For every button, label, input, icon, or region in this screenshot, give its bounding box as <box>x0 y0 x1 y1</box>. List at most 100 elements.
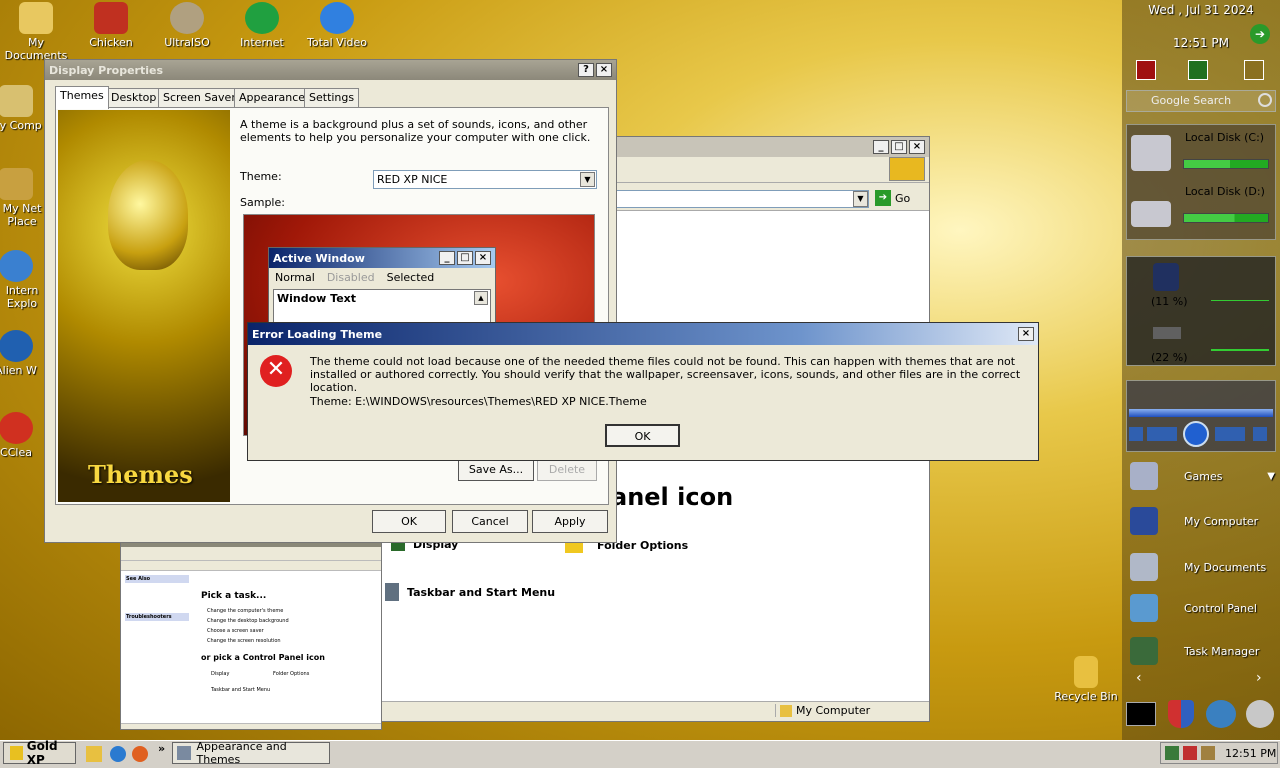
computer-icon <box>780 704 792 717</box>
sidebar-nav-control-panel[interactable]: Control Panel <box>1130 592 1275 624</box>
tab-themes[interactable]: Themes <box>55 86 109 109</box>
desktop-icon-my-documents[interactable]: My Documents <box>0 2 76 62</box>
desktop-icon-total-video[interactable]: Total Video Player <box>297 2 377 50</box>
save-as-button[interactable]: Save As... <box>458 458 534 481</box>
memory-chip-icon <box>1153 327 1181 339</box>
desktop-icon-chicken-invaders[interactable]: Chicken Invaders 2 <box>71 2 151 50</box>
disc-icon <box>170 2 204 34</box>
thumbnail-toolbar <box>121 547 381 561</box>
desktop-icon-recycle-bin[interactable]: Recycle Bin <box>1046 656 1126 703</box>
sidebar-left-arrow-icon[interactable]: ‹ <box>1136 670 1142 686</box>
command-prompt-icon[interactable] <box>1126 702 1156 726</box>
sidebar-right-arrow-icon[interactable]: › <box>1256 670 1262 686</box>
maximize-button[interactable]: □ <box>891 140 907 154</box>
sidebar-date: Wed , Jul 31 2024 <box>1148 3 1254 17</box>
error-message: The theme could not load because one of … <box>310 355 1021 394</box>
tab-desktop[interactable]: Desktop <box>106 88 162 108</box>
logoff-icon[interactable] <box>1244 60 1264 80</box>
restart-icon[interactable] <box>1188 60 1208 80</box>
internet-explorer-icon <box>0 250 33 282</box>
sidebar-nav-my-computer[interactable]: My Computer <box>1130 505 1275 537</box>
error-titlebar: Error Loading Theme × <box>248 323 1038 345</box>
control-panel-icon <box>177 746 191 760</box>
taskbar-thumbnail[interactable]: See Also Troubleshooters Pick a task... … <box>120 538 382 730</box>
media-player-panel <box>1126 380 1276 452</box>
thumbnail-troubleshooters: Troubleshooters <box>125 613 189 621</box>
play-icon[interactable] <box>1183 421 1209 447</box>
eject-icon[interactable] <box>1253 427 1267 441</box>
chevron-down-icon[interactable]: ▼ <box>580 172 595 187</box>
display-properties-titlebar: Display Properties ? × <box>45 60 616 80</box>
close-button[interactable]: × <box>1018 327 1034 341</box>
media-progress-bar[interactable] <box>1129 409 1273 417</box>
apply-button[interactable]: Apply <box>532 510 608 533</box>
globe-icon <box>245 2 279 34</box>
tab-settings[interactable]: Settings <box>304 88 360 108</box>
help-button[interactable]: ? <box>578 63 594 77</box>
thumbnail-sidebar: See Also Troubleshooters <box>125 575 189 655</box>
thumbnail-pick-task: Pick a task... <box>201 591 267 601</box>
quicklaunch-ie-icon[interactable] <box>110 746 126 762</box>
drive-d-label: Local Disk (D:) <box>1185 185 1265 198</box>
tray-tools-icon[interactable] <box>1201 746 1215 760</box>
taskbar-start-menu-item[interactable]: Taskbar and Start Menu <box>385 583 555 601</box>
close-button[interactable]: × <box>596 63 612 77</box>
thumbnail-task-list: Change the computer's theme Change the de… <box>207 608 289 644</box>
network-globe-icon[interactable] <box>1206 700 1236 728</box>
security-shield-icon[interactable] <box>1168 700 1194 728</box>
quicklaunch-folder-icon[interactable] <box>86 746 102 762</box>
chevron-down-icon[interactable]: ▼ <box>1267 471 1275 482</box>
start-button[interactable]: Gold XP <box>3 739 76 767</box>
taskbar-task-appearance[interactable]: Appearance and Themes <box>172 740 330 766</box>
minimize-button[interactable]: _ <box>873 140 889 154</box>
power-icon[interactable] <box>1136 60 1156 80</box>
sidebar-next-arrow-icon[interactable]: ➔ <box>1250 24 1270 44</box>
search-icon[interactable] <box>1258 93 1272 107</box>
thumbnail-item-folder: Folder Options <box>273 671 310 677</box>
stop-icon[interactable] <box>1129 427 1143 441</box>
memory-percent: (22 %) <box>1151 351 1188 364</box>
previous-icon[interactable] <box>1147 427 1177 441</box>
pick-icon-heading: anel icon <box>611 483 734 511</box>
thumbnail-cp-heading: or pick a Control Panel icon <box>201 653 325 662</box>
desktop-icon-ultraiso[interactable]: UltraISO <box>147 2 227 49</box>
sidebar-nav-my-documents[interactable]: My Documents <box>1130 551 1275 583</box>
error-icon: ✕ <box>260 355 292 387</box>
sidebar-nav-task-manager[interactable]: Task Manager <box>1130 635 1275 667</box>
speaker-icon[interactable] <box>1246 700 1274 728</box>
quicklaunch-firefox-icon[interactable] <box>132 746 148 762</box>
next-icon[interactable] <box>1215 427 1245 441</box>
desktop-icon-internet-downloader[interactable]: Internet Downloader <box>222 2 302 50</box>
error-ok-button[interactable]: OK <box>605 424 680 447</box>
task-manager-icon <box>1130 637 1158 665</box>
headphone-person-graphic <box>108 160 188 270</box>
thumbnail-see-also: See Also <box>125 575 189 583</box>
preview-close-icon: × <box>475 251 491 265</box>
control-panel-icon <box>1130 594 1158 622</box>
disk-panel: Local Disk (C:) Local Disk (D:) <box>1126 124 1276 240</box>
go-button[interactable]: ➔ Go <box>875 190 910 206</box>
cpu-gauge-icon <box>1153 263 1179 291</box>
ok-button[interactable]: OK <box>372 510 446 533</box>
tab-screen-saver[interactable]: Screen Saver <box>158 88 241 108</box>
address-dropdown-button[interactable]: ▼ <box>853 191 868 207</box>
network-icon <box>0 168 33 200</box>
memory-graph <box>1211 349 1269 351</box>
theme-select[interactable]: RED XP NICE ▼ <box>373 170 597 189</box>
address-input[interactable] <box>611 190 869 208</box>
themes-banner: Themes <box>58 110 230 502</box>
cancel-button[interactable]: Cancel <box>452 510 528 533</box>
themes-description: A theme is a background plus a set of so… <box>240 118 591 144</box>
tab-appearance[interactable]: Appearance <box>234 88 311 108</box>
google-search-input[interactable]: Google Search <box>1126 90 1276 112</box>
tray-security-icon[interactable] <box>1183 746 1197 760</box>
delete-button[interactable]: Delete <box>537 458 597 481</box>
drive-d-icon <box>1131 201 1171 227</box>
chicken-icon <box>94 2 128 34</box>
tray-clock[interactable]: 12:51 PM <box>1225 747 1276 760</box>
tray-network-icon[interactable] <box>1165 746 1179 760</box>
quicklaunch-more-icon[interactable]: » <box>158 742 165 755</box>
close-button[interactable]: × <box>909 140 925 154</box>
sidebar-nav-games[interactable]: Games ▼ <box>1130 460 1275 492</box>
games-icon <box>1130 462 1158 490</box>
